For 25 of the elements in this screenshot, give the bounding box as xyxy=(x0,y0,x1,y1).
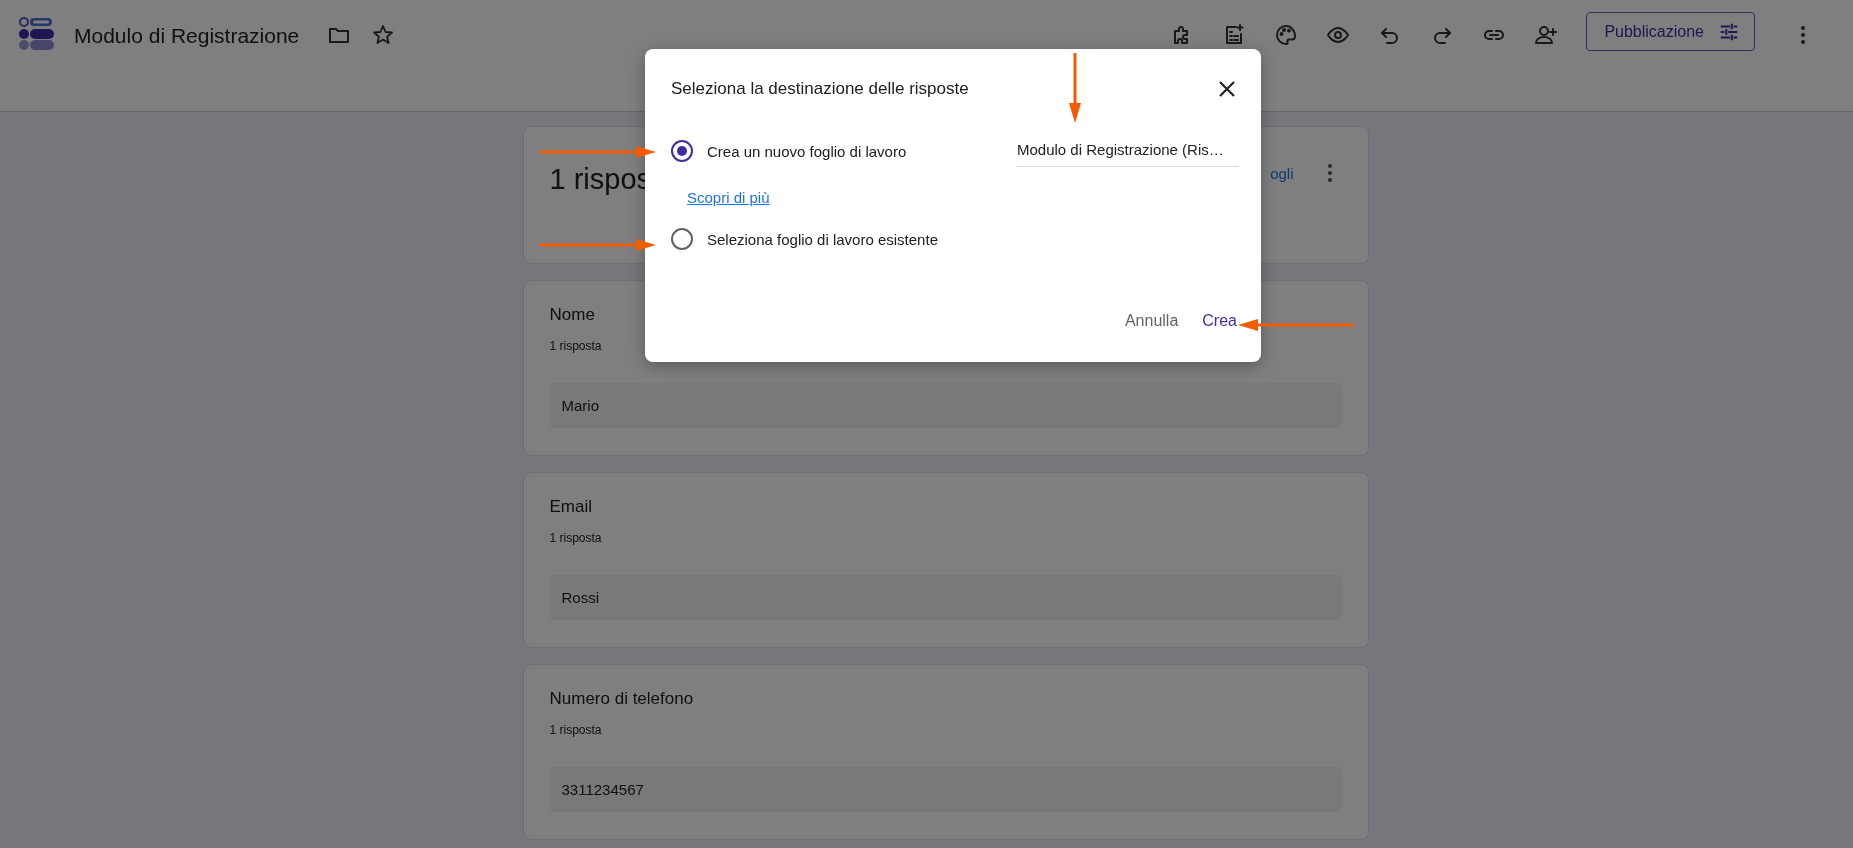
form-title: Modulo di Registrazione xyxy=(74,24,300,48)
dialog-title: Seleziona la destinazione delle risposte xyxy=(671,79,969,99)
answer-text: Mario xyxy=(549,383,1342,428)
answer-text: Rossi xyxy=(549,575,1342,620)
response-count: 1 risposta xyxy=(549,531,602,545)
response-count: 1 risposta xyxy=(549,339,602,353)
radio-button[interactable] xyxy=(671,140,693,162)
question-title: Email xyxy=(549,497,592,517)
question-title: Nome xyxy=(549,305,595,325)
annotation-arrow xyxy=(1068,53,1082,123)
create-button[interactable]: Crea xyxy=(1188,306,1239,336)
publish-button[interactable]: Pubblicazione xyxy=(1586,12,1755,51)
add-person-icon[interactable] xyxy=(1534,23,1559,47)
forms-logo-icon xyxy=(18,17,54,51)
answer-text: 3311234567 xyxy=(549,767,1342,812)
cancel-button[interactable]: Annulla xyxy=(1110,306,1181,336)
sheet-name-field[interactable]: Modulo di Registrazione (Ris… xyxy=(1017,135,1239,167)
question-title: Numero di telefono xyxy=(549,689,694,709)
star-icon[interactable] xyxy=(371,23,396,47)
learn-more-link[interactable]: Scopri di più xyxy=(687,189,770,206)
radio-option[interactable]: Seleziona foglio di lavoro esistente xyxy=(671,228,938,250)
palette-icon[interactable] xyxy=(1274,23,1299,47)
radio-button[interactable] xyxy=(671,228,693,250)
radio-option[interactable]: Crea un nuovo foglio di lavoro xyxy=(671,140,907,162)
response-count: 1 risposta xyxy=(549,723,602,737)
